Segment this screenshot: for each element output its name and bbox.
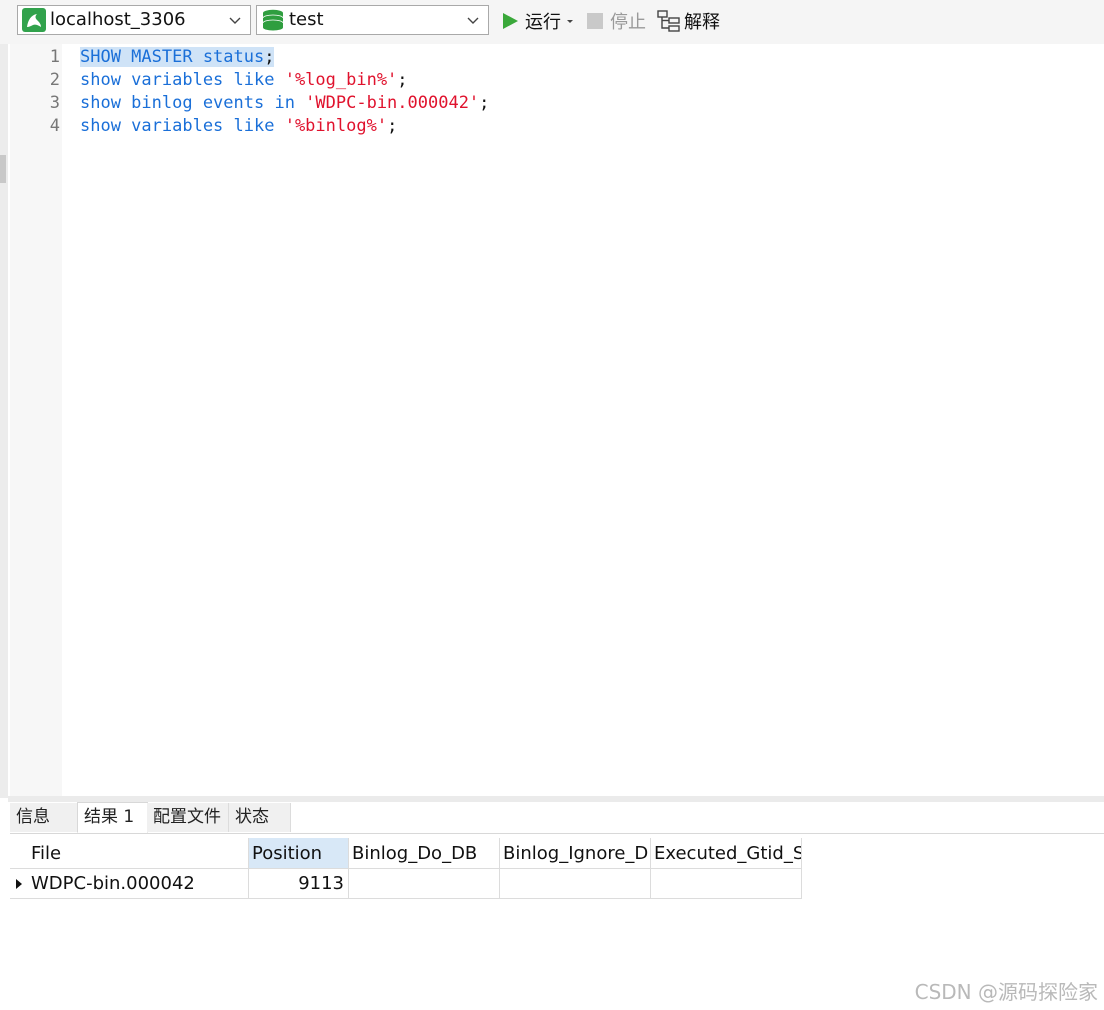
code-token: ;: [264, 47, 275, 67]
stop-label: 停止: [610, 12, 646, 33]
connection-value: localhost_3306: [50, 9, 186, 30]
stop-icon: [587, 13, 603, 29]
tab-result-1[interactable]: 结果 1: [77, 802, 148, 833]
code-token: '%log_bin%': [284, 70, 398, 90]
run-label: 运行: [525, 12, 561, 33]
cell-binlog-do-db[interactable]: [349, 869, 500, 899]
dropdown-arrow-icon[interactable]: [565, 16, 575, 26]
tab-profile[interactable]: 配置文件: [147, 803, 229, 832]
line-number: 2: [49, 70, 60, 90]
column-header-file[interactable]: File: [28, 838, 249, 869]
tab-info[interactable]: 信息: [10, 803, 78, 832]
column-header-position[interactable]: Position: [249, 838, 349, 869]
toolbar: localhost_3306 test 运行 停止 解释: [0, 0, 1104, 44]
grid-corner: [10, 838, 28, 869]
column-header-binlog-ignore-db[interactable]: Binlog_Ignore_DB: [500, 838, 651, 869]
run-button[interactable]: 运行: [501, 7, 575, 35]
column-header-executed-gtid-set[interactable]: Executed_Gtid_Set: [651, 838, 802, 869]
code-token: show variables like: [80, 70, 285, 90]
code-line-2[interactable]: show variables like '%log_bin%';: [80, 69, 408, 92]
database-stack-icon: [262, 9, 284, 31]
current-row-indicator[interactable]: [10, 869, 28, 899]
cell-executed-gtid-set[interactable]: [651, 869, 802, 899]
line-number-gutter: 1 2 3 4: [10, 44, 62, 796]
cell-file[interactable]: WDPC-bin.000042: [28, 869, 249, 899]
explain-tree-icon: [657, 10, 680, 32]
sql-editor[interactable]: 1 2 3 4 SHOW MASTER status; show variabl…: [0, 44, 1104, 798]
column-header-binlog-do-db[interactable]: Binlog_Do_DB: [349, 838, 500, 869]
chevron-down-icon: [467, 17, 479, 24]
code-line-4[interactable]: show variables like '%binlog%';: [80, 115, 397, 138]
code-token: 'WDPC-bin.000042': [305, 93, 480, 113]
database-value: test: [289, 9, 324, 30]
code-token: show binlog events in: [80, 93, 306, 113]
watermark: CSDN @源码探险家: [914, 980, 1098, 1004]
code-line-3[interactable]: show binlog events in 'WDPC-bin.000042';: [80, 92, 489, 115]
row-pointer-icon: [16, 878, 22, 889]
code-token: ;: [387, 116, 398, 136]
splitter-handle[interactable]: [0, 155, 6, 183]
dolphin-connection-icon: [22, 8, 46, 32]
chevron-down-icon: [229, 17, 241, 24]
explain-button[interactable]: 解释: [657, 7, 720, 35]
code-token: '%binlog%': [284, 116, 388, 136]
line-number: 3: [49, 93, 60, 113]
result-tabbar: 信息 结果 1 配置文件 状态: [10, 802, 1104, 834]
cell-position[interactable]: 9113: [249, 869, 349, 899]
database-select[interactable]: test: [256, 5, 489, 35]
code-token: ;: [479, 93, 490, 113]
code-line-1[interactable]: SHOW MASTER status;: [80, 46, 275, 69]
line-number: 1: [49, 47, 60, 67]
code-token: show variables like: [80, 116, 285, 136]
play-icon: [503, 13, 518, 29]
code-token: SHOW MASTER status: [80, 47, 265, 67]
code-token: ;: [397, 70, 408, 90]
cell-binlog-ignore-db[interactable]: [500, 869, 651, 899]
tab-status[interactable]: 状态: [229, 803, 291, 832]
explain-label: 解释: [684, 12, 720, 33]
connection-select[interactable]: localhost_3306: [17, 5, 251, 35]
line-number: 4: [49, 116, 60, 136]
stop-button[interactable]: 停止: [586, 7, 646, 35]
